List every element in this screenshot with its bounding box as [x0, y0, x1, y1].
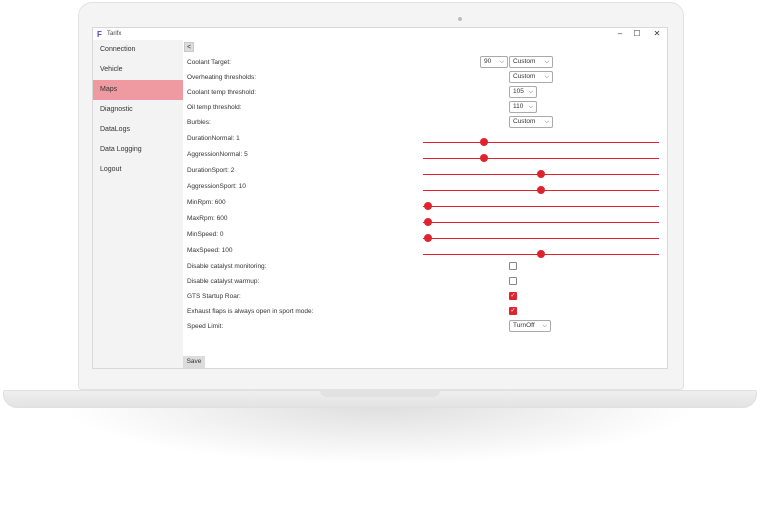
slider-thumb[interactable]	[537, 250, 545, 258]
app-window: F Tarifx – ☐ ✕ Connection Vehicle Maps D…	[92, 27, 668, 369]
disable-catalyst-monitoring-checkbox[interactable]	[509, 262, 517, 270]
duration-sport-slider[interactable]	[423, 170, 659, 178]
duration-normal-slider[interactable]	[423, 138, 659, 146]
slider-thumb[interactable]	[480, 154, 489, 162]
laptop-notch	[320, 390, 440, 397]
chevron-down-icon: ⌵	[528, 104, 533, 110]
save-button[interactable]: Save	[183, 356, 205, 368]
sidebar-item-vehicle[interactable]: Vehicle	[93, 60, 183, 80]
slider-thumb[interactable]	[537, 186, 545, 194]
speed-limit-label: Speed Limit:	[187, 323, 224, 330]
sidebar-item-datalogs[interactable]: DataLogs	[93, 120, 183, 140]
overheating-label: Overheating thresholds:	[187, 74, 257, 81]
sidebar: Connection Vehicle Maps Diagnostic DataL…	[93, 40, 183, 368]
max-speed-slider[interactable]	[423, 250, 659, 258]
chevron-down-icon: ⌵	[544, 59, 549, 65]
slider-thumb[interactable]	[423, 234, 432, 242]
maximize-button[interactable]: ☐	[631, 29, 643, 38]
gts-startup-roar-checkbox[interactable]: ✓	[509, 292, 517, 300]
sidebar-item-maps[interactable]: Maps	[93, 80, 183, 100]
speed-limit-value: TurnOff	[513, 322, 535, 329]
aggression-sport-label: AggressionSport: 10	[187, 183, 246, 190]
overheating-mode-select[interactable]: Custom ⌵	[509, 71, 553, 83]
max-rpm-label: MaxRpm: 600	[187, 215, 228, 222]
exhaust-flaps-checkbox[interactable]: ✓	[509, 307, 517, 315]
min-rpm-label: MinRpm: 600	[187, 199, 226, 206]
sidebar-item-connection[interactable]: Connection	[93, 40, 183, 60]
burbles-mode-select[interactable]: Custom ⌵	[509, 116, 553, 128]
maps-panel: < Coolant Target: 90 ⌵ Custom ⌵ Overheat…	[183, 40, 667, 368]
app-logo-icon: F	[97, 30, 102, 39]
min-speed-label: MinSpeed: 0	[187, 231, 224, 238]
coolant-target-value-select[interactable]: 90 ⌵	[480, 56, 508, 68]
chevron-down-icon: ⌵	[544, 74, 549, 80]
sidebar-item-logout[interactable]: Logout	[93, 160, 183, 180]
minimize-button[interactable]: –	[614, 29, 626, 38]
overheating-mode: Custom	[513, 73, 536, 80]
oil-temp-select[interactable]: 110 ⌵	[509, 101, 537, 113]
chevron-down-icon: ⌵	[528, 89, 533, 95]
aggression-sport-slider[interactable]	[423, 186, 659, 194]
slider-thumb[interactable]	[423, 218, 432, 226]
window-title: Tarifx	[107, 31, 122, 37]
max-rpm-slider[interactable]	[423, 218, 659, 226]
coolant-target-mode: Custom	[513, 58, 536, 65]
sidebar-item-diagnostic[interactable]: Diagnostic	[93, 100, 183, 120]
coolant-target-value: 90	[484, 58, 492, 65]
coolant-target-label: Coolant Target:	[187, 59, 231, 66]
chevron-down-icon: ⌵	[542, 323, 547, 329]
slider-thumb[interactable]	[423, 202, 432, 210]
aggression-normal-label: AggressionNormal: 5	[187, 151, 248, 158]
speed-limit-select[interactable]: TurnOff ⌵	[509, 320, 551, 332]
sidebar-item-data-logging[interactable]: Data Logging	[93, 140, 183, 160]
burbles-label: Burbles:	[187, 119, 211, 126]
slider-thumb[interactable]	[537, 170, 545, 178]
camera-icon	[458, 17, 462, 21]
oil-temp-value: 110	[513, 103, 524, 110]
laptop-shadow	[60, 405, 700, 465]
aggression-normal-slider[interactable]	[423, 154, 659, 162]
disable-catalyst-warmup-checkbox[interactable]	[509, 277, 517, 285]
burbles-mode: Custom	[513, 118, 536, 125]
back-button[interactable]: <	[184, 42, 194, 52]
duration-sport-label: DurationSport: 2	[187, 167, 235, 174]
disable-catalyst-monitoring-label: Disable catalyst monitoring:	[187, 263, 267, 270]
title-bar: F Tarifx – ☐ ✕	[93, 28, 667, 40]
chevron-down-icon: ⌵	[544, 119, 549, 125]
close-button[interactable]: ✕	[651, 29, 663, 38]
oil-temp-label: Oil temp threshold:	[187, 104, 242, 111]
disable-catalyst-warmup-label: Disable catalyst warmup:	[187, 278, 260, 285]
min-speed-slider[interactable]	[423, 234, 659, 242]
slider-thumb[interactable]	[480, 138, 489, 146]
gts-startup-roar-label: GTS Startup Roar:	[187, 293, 241, 300]
coolant-temp-label: Coolant temp threshold:	[187, 89, 257, 96]
coolant-temp-value: 105	[513, 88, 524, 95]
exhaust-flaps-label: Exhaust flaps is always open in sport mo…	[187, 308, 314, 315]
coolant-target-mode-select[interactable]: Custom ⌵	[509, 56, 553, 68]
max-speed-label: MaxSpeed: 100	[187, 247, 233, 254]
chevron-down-icon: ⌵	[499, 59, 504, 65]
duration-normal-label: DurationNormal: 1	[187, 135, 240, 142]
coolant-temp-select[interactable]: 105 ⌵	[509, 86, 537, 98]
min-rpm-slider[interactable]	[423, 202, 659, 210]
